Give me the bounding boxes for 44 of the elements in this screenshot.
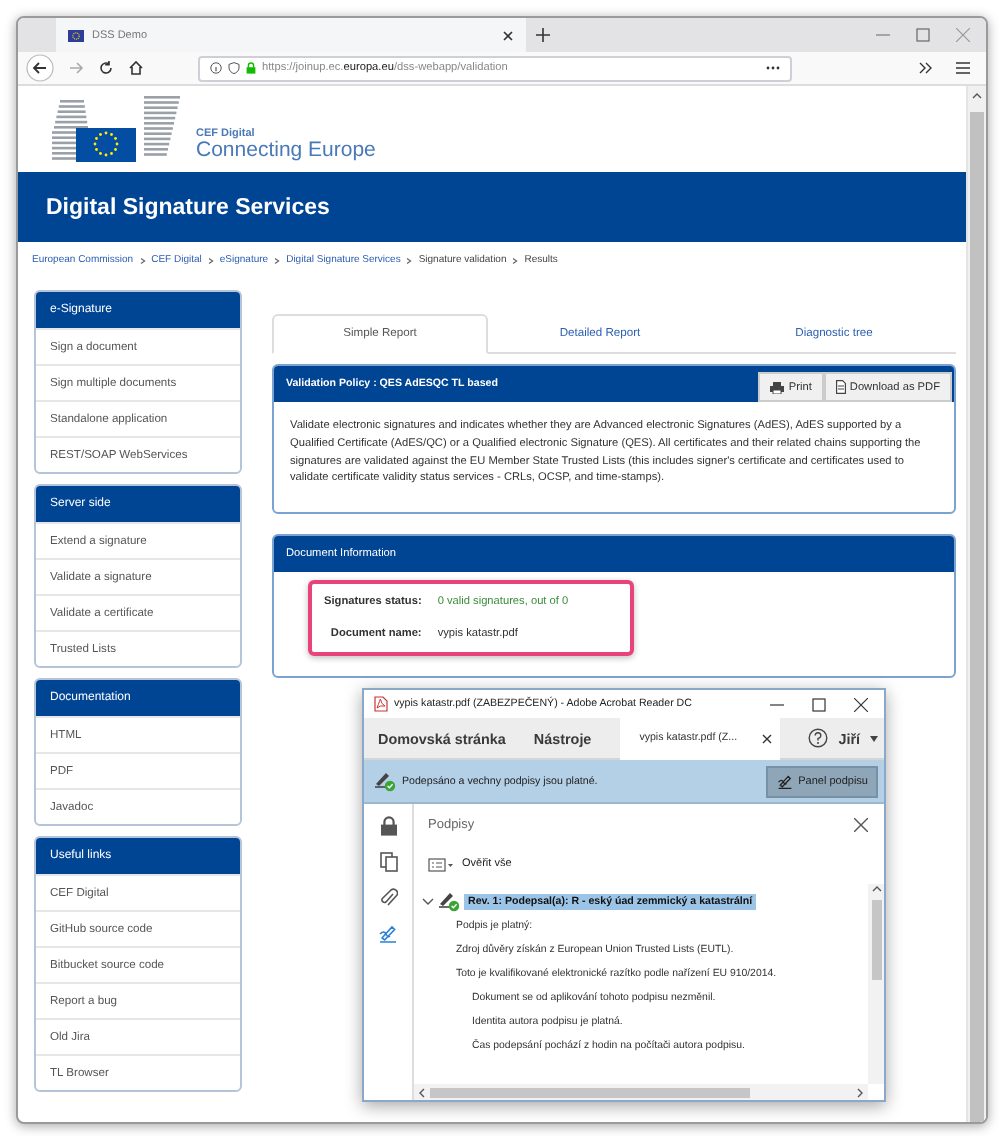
home-icon[interactable] [128, 60, 144, 76]
reload-icon[interactable] [98, 60, 114, 76]
maximize-icon[interactable] [812, 697, 826, 711]
close-icon[interactable] [854, 817, 868, 831]
list-options-icon[interactable] [428, 857, 454, 871]
plus-icon[interactable] [536, 28, 550, 42]
paperclip-icon[interactable] [379, 888, 397, 908]
shield-icon[interactable] [228, 62, 240, 74]
printer-icon [770, 381, 785, 393]
lock-icon[interactable] [379, 816, 397, 836]
overflow-icon[interactable] [918, 62, 932, 74]
pdf-icon [374, 696, 388, 712]
caret-icon[interactable] [870, 735, 878, 741]
close-icon[interactable] [854, 697, 868, 711]
chevron-down-icon[interactable] [422, 897, 434, 905]
signature-pen-icon[interactable] [378, 924, 398, 944]
chevron-icon [512, 257, 519, 263]
help-icon[interactable] [808, 728, 829, 748]
lock-icon [246, 62, 256, 74]
commission-logo[interactable] [48, 92, 180, 164]
scroll-right-icon[interactable] [856, 1087, 864, 1097]
back-icon[interactable] [26, 54, 54, 82]
chevron-icon [139, 257, 146, 263]
close-icon[interactable] [502, 30, 514, 42]
site-title: Digital Signature Services [46, 195, 330, 219]
signer-check-icon [374, 770, 396, 792]
chevron-icon [406, 257, 413, 263]
scrollbar-thumb[interactable] [430, 1087, 750, 1097]
close-icon[interactable] [761, 733, 772, 743]
chevron-icon [274, 257, 281, 263]
pages-icon[interactable] [379, 852, 397, 872]
flag-icon [68, 30, 84, 42]
signer-check-icon [438, 890, 460, 912]
scroll-up-icon[interactable] [972, 92, 982, 100]
scrollbar-thumb[interactable] [970, 112, 984, 1122]
scroll-left-icon[interactable] [418, 1087, 426, 1097]
menu-icon[interactable] [956, 62, 970, 74]
document-icon [835, 380, 846, 394]
logo-title: Connecting Europe [196, 140, 376, 162]
signature-pen-icon [776, 773, 795, 789]
chevron-icon [207, 257, 214, 263]
scroll-up-icon[interactable] [871, 884, 881, 894]
scrollbar-thumb[interactable] [871, 900, 881, 980]
info-icon[interactable] [210, 62, 222, 74]
